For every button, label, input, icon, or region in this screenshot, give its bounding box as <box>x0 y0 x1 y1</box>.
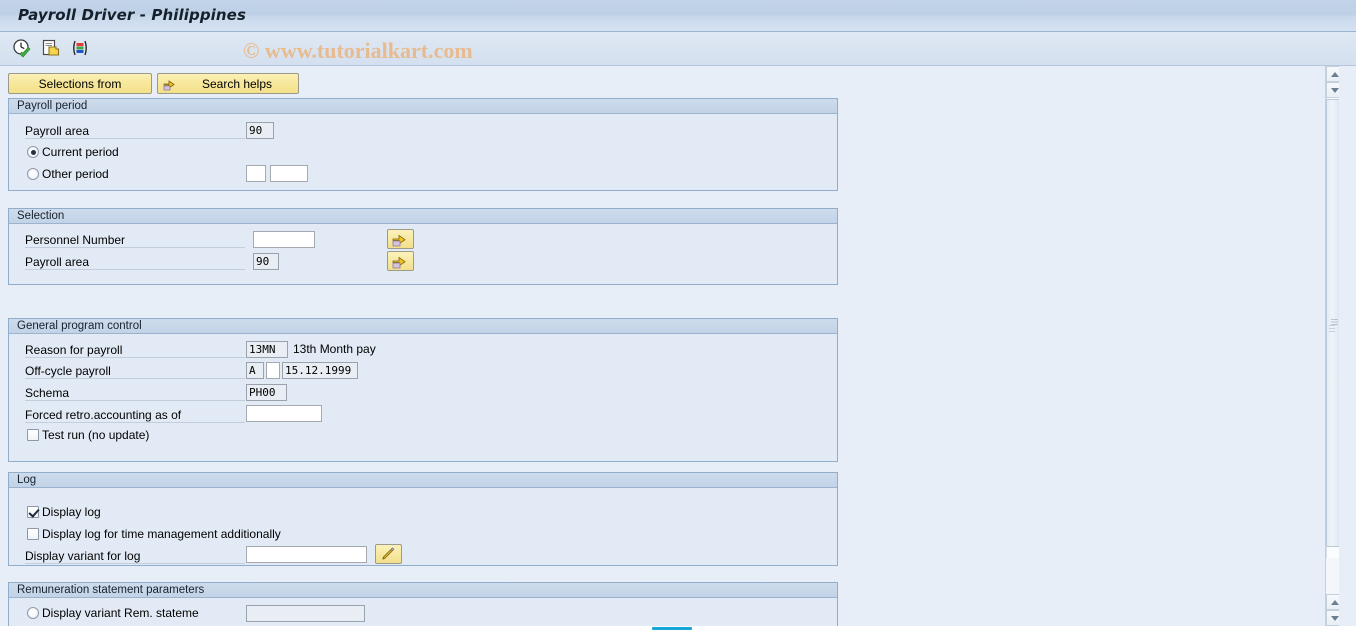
current-period-radio[interactable] <box>27 146 39 158</box>
colored-bars-icon[interactable] <box>70 38 90 58</box>
display-log-time-management-checkbox[interactable] <box>27 528 39 540</box>
resize-grip-icon <box>1329 325 1335 332</box>
test-run-checkbox[interactable] <box>27 429 39 441</box>
search-helps-button[interactable]: Search helps <box>157 73 299 94</box>
reason-for-payroll-label: Reason for payroll <box>25 343 123 357</box>
panel-log-body: Display log Display log for time managem… <box>9 488 837 565</box>
schema-field[interactable] <box>246 384 287 401</box>
panel-remuneration-statement: Remuneration statement parameters Displa… <box>8 582 838 626</box>
display-variant-rem-statement-label: Display variant Rem. stateme <box>42 606 199 620</box>
search-helps-label: Search helps <box>201 76 273 91</box>
panel-payroll-period-body: Payroll area Current period Other period <box>9 114 837 190</box>
search-helps-arrow-icon <box>163 76 178 91</box>
application-toolbar <box>0 32 1356 66</box>
personnel-number-multi-select-button[interactable] <box>387 229 414 249</box>
copy-variant-icon[interactable] <box>41 38 61 58</box>
off-cycle-reason-field[interactable] <box>246 362 264 379</box>
selection-button-row: Selections from Search helps <box>0 73 1330 97</box>
panel-payroll-period-header: Payroll period <box>9 99 837 114</box>
panel-log: Log Display log Display log for time man… <box>8 472 838 566</box>
off-cycle-date-field[interactable] <box>282 362 358 379</box>
other-period-radio[interactable] <box>27 168 39 180</box>
reason-for-payroll-text: 13th Month pay <box>293 342 376 356</box>
right-gutter <box>1339 66 1356 626</box>
sap-selection-screen: Payroll Driver - Philippines © www.tutor… <box>0 0 1356 630</box>
panel-selection: Selection Personnel Number Payroll area <box>8 208 838 285</box>
window-title-bar: Payroll Driver - Philippines <box>0 0 1356 32</box>
panel-selection-body: Personnel Number Payroll area <box>9 224 837 284</box>
display-variant-log-edit-button[interactable] <box>375 544 402 564</box>
selections-from-button[interactable]: Selections from <box>8 73 152 94</box>
display-variant-rem-statement-field[interactable] <box>246 605 365 622</box>
payroll-area-multi-select-button[interactable] <box>387 251 414 271</box>
panel-log-header: Log <box>9 473 837 488</box>
personnel-number-field[interactable] <box>253 231 315 248</box>
payroll-area-label: Payroll area <box>25 124 90 138</box>
selection-payroll-area-label: Payroll area <box>25 255 90 269</box>
current-period-label: Current period <box>42 145 119 159</box>
display-log-time-management-label: Display log for time management addition… <box>42 527 281 541</box>
forced-retro-accounting-field[interactable] <box>246 405 322 422</box>
page-title: Payroll Driver - Philippines <box>18 6 246 24</box>
reason-for-payroll-field[interactable] <box>246 341 288 358</box>
display-variant-rem-statement-radio[interactable] <box>27 607 39 619</box>
execute-clock-icon[interactable] <box>12 38 32 58</box>
display-variant-log-field[interactable] <box>246 546 367 563</box>
other-period-field-1[interactable] <box>246 165 266 182</box>
toolbar-icon-group <box>12 38 90 58</box>
panel-general-program-control-body: Reason for payroll 13th Month pay Off-cy… <box>9 334 837 461</box>
off-cycle-secondary-field[interactable] <box>266 362 280 379</box>
personnel-number-label: Personnel Number <box>25 233 126 247</box>
panel-remuneration-statement-body: Display variant Rem. stateme <box>9 598 837 626</box>
selection-payroll-area-field[interactable] <box>253 253 279 270</box>
selection-screen-content: Payroll period Payroll area Current peri… <box>0 98 1325 626</box>
panel-selection-header: Selection <box>9 209 837 224</box>
other-period-field-2[interactable] <box>270 165 308 182</box>
off-cycle-payroll-label: Off-cycle payroll <box>25 364 111 378</box>
display-variant-log-label: Display variant for log <box>25 549 141 563</box>
panel-general-program-control: General program control Reason for payro… <box>8 318 838 462</box>
display-log-checkbox[interactable] <box>27 506 39 518</box>
watermark-text: © www.tutorialkart.com <box>243 38 473 63</box>
test-run-label: Test run (no update) <box>42 428 150 442</box>
panel-general-program-control-header: General program control <box>9 319 837 334</box>
panel-remuneration-statement-header: Remuneration statement parameters <box>9 583 837 598</box>
panel-payroll-period: Payroll period Payroll area Current peri… <box>8 98 838 191</box>
schema-label: Schema <box>25 386 70 400</box>
payroll-area-field[interactable] <box>246 122 274 139</box>
other-period-label: Other period <box>42 167 109 181</box>
forced-retro-accounting-label: Forced retro.accounting as of <box>25 408 182 422</box>
display-log-label: Display log <box>42 505 101 519</box>
